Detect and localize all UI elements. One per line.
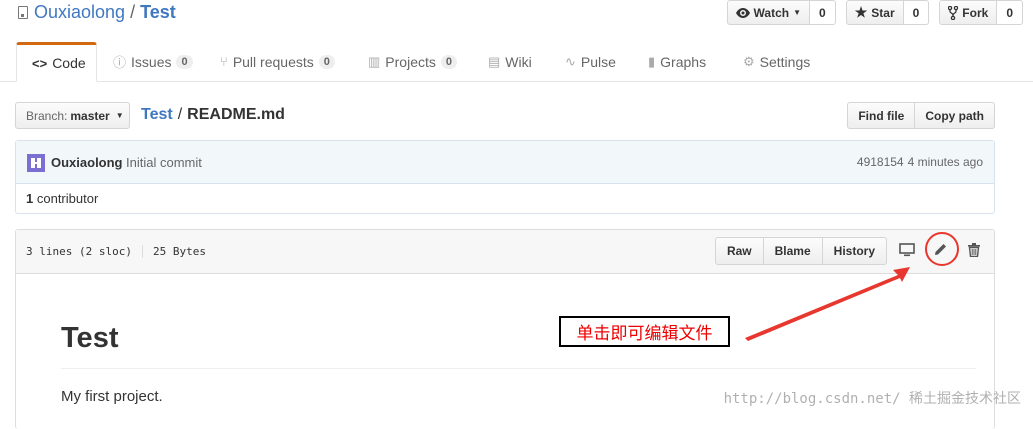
annotation-circle <box>925 232 959 266</box>
annotation-arrow <box>745 267 910 341</box>
watermark: http://blog.csdn.net/ 稀土掘金技术社区 <box>723 391 1021 407</box>
annotation-label: 单击即可编辑文件 <box>559 316 730 347</box>
